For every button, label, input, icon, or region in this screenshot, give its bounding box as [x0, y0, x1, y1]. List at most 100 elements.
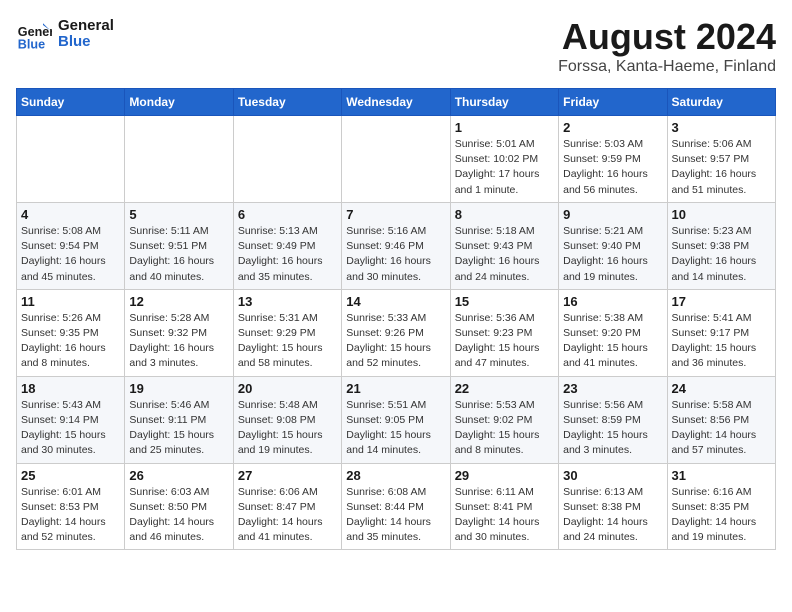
day-number: 13: [238, 294, 337, 309]
day-info: Sunrise: 5:11 AM Sunset: 9:51 PM Dayligh…: [129, 224, 228, 285]
calendar-cell: 21 Sunrise: 5:51 AM Sunset: 9:05 PM Dayli…: [342, 376, 450, 463]
calendar-cell: [342, 116, 450, 203]
day-number: 4: [21, 207, 120, 222]
day-number: 10: [672, 207, 771, 222]
day-number: 23: [563, 381, 662, 396]
day-info: Sunrise: 5:53 AM Sunset: 9:02 PM Dayligh…: [455, 398, 554, 459]
weekday-header: Sunday: [17, 89, 125, 116]
calendar-cell: 28Sunrise: 6:08 AM Sunset: 8:44 PM Dayli…: [342, 463, 450, 550]
logo: General Blue General Blue: [16, 16, 114, 52]
calendar-cell: 4 Sunrise: 5:08 AM Sunset: 9:54 PM Daylig…: [17, 202, 125, 289]
day-info: Sunrise: 5:43 AM Sunset: 9:14 PM Dayligh…: [21, 398, 120, 459]
day-info: Sunrise: 5:16 AM Sunset: 9:46 PM Dayligh…: [346, 224, 445, 285]
day-number: 28: [346, 468, 445, 483]
weekday-header-row: SundayMondayTuesdayWednesdayThursdayFrid…: [17, 89, 776, 116]
day-number: 7: [346, 207, 445, 222]
day-info: Sunrise: 5:31 AM Sunset: 9:29 PM Dayligh…: [238, 311, 337, 372]
day-number: 1: [455, 120, 554, 135]
day-number: 18: [21, 381, 120, 396]
day-number: 26: [129, 468, 228, 483]
day-number: 27: [238, 468, 337, 483]
day-info: Sunrise: 5:48 AM Sunset: 9:08 PM Dayligh…: [238, 398, 337, 459]
day-info: Sunrise: 5:08 AM Sunset: 9:54 PM Dayligh…: [21, 224, 120, 285]
day-number: 14: [346, 294, 445, 309]
calendar-cell: 11 Sunrise: 5:26 AM Sunset: 9:35 PM Dayli…: [17, 289, 125, 376]
calendar-cell: 24Sunrise: 5:58 AM Sunset: 8:56 PM Dayli…: [667, 376, 775, 463]
calendar-cell: 25 Sunrise: 6:01 AM Sunset: 8:53 PM Dayli…: [17, 463, 125, 550]
calendar-cell: 8 Sunrise: 5:18 AM Sunset: 9:43 PM Daylig…: [450, 202, 558, 289]
day-info: Sunrise: 6:11 AM Sunset: 8:41 PM Dayligh…: [455, 485, 554, 546]
calendar-week-row: 1Sunrise: 5:01 AM Sunset: 10:02 PM Dayli…: [17, 116, 776, 203]
calendar-cell: 14 Sunrise: 5:33 AM Sunset: 9:26 PM Dayli…: [342, 289, 450, 376]
calendar-cell: 7 Sunrise: 5:16 AM Sunset: 9:46 PM Daylig…: [342, 202, 450, 289]
day-info: Sunrise: 5:13 AM Sunset: 9:49 PM Dayligh…: [238, 224, 337, 285]
day-info: Sunrise: 5:36 AM Sunset: 9:23 PM Dayligh…: [455, 311, 554, 372]
calendar-cell: 22 Sunrise: 5:53 AM Sunset: 9:02 PM Dayli…: [450, 376, 558, 463]
calendar-cell: [125, 116, 233, 203]
day-info: Sunrise: 5:23 AM Sunset: 9:38 PM Dayligh…: [672, 224, 771, 285]
calendar-cell: 23 Sunrise: 5:56 AM Sunset: 8:59 PM Dayli…: [559, 376, 667, 463]
day-number: 16: [563, 294, 662, 309]
calendar-cell: 29 Sunrise: 6:11 AM Sunset: 8:41 PM Dayli…: [450, 463, 558, 550]
day-info: Sunrise: 5:38 AM Sunset: 9:20 PM Dayligh…: [563, 311, 662, 372]
calendar-week-row: 25 Sunrise: 6:01 AM Sunset: 8:53 PM Dayli…: [17, 463, 776, 550]
day-number: 21: [346, 381, 445, 396]
day-info: Sunrise: 5:41 AM Sunset: 9:17 PM Dayligh…: [672, 311, 771, 372]
day-info: Sunrise: 5:03 AM Sunset: 9:59 PM Dayligh…: [563, 137, 662, 198]
calendar-cell: [17, 116, 125, 203]
day-number: 2: [563, 120, 662, 135]
calendar-week-row: 4 Sunrise: 5:08 AM Sunset: 9:54 PM Daylig…: [17, 202, 776, 289]
calendar-cell: 26 Sunrise: 6:03 AM Sunset: 8:50 PM Dayli…: [125, 463, 233, 550]
day-info: Sunrise: 5:18 AM Sunset: 9:43 PM Dayligh…: [455, 224, 554, 285]
day-number: 8: [455, 207, 554, 222]
calendar-cell: 2 Sunrise: 5:03 AM Sunset: 9:59 PM Daylig…: [559, 116, 667, 203]
day-number: 5: [129, 207, 228, 222]
calendar-cell: 16 Sunrise: 5:38 AM Sunset: 9:20 PM Dayli…: [559, 289, 667, 376]
day-number: 9: [563, 207, 662, 222]
day-info: Sunrise: 5:46 AM Sunset: 9:11 PM Dayligh…: [129, 398, 228, 459]
calendar-cell: 5 Sunrise: 5:11 AM Sunset: 9:51 PM Daylig…: [125, 202, 233, 289]
calendar-cell: 15 Sunrise: 5:36 AM Sunset: 9:23 PM Dayli…: [450, 289, 558, 376]
calendar-cell: 13 Sunrise: 5:31 AM Sunset: 9:29 PM Dayli…: [233, 289, 341, 376]
calendar-cell: 20 Sunrise: 5:48 AM Sunset: 9:08 PM Dayli…: [233, 376, 341, 463]
day-number: 25: [21, 468, 120, 483]
day-number: 22: [455, 381, 554, 396]
day-info: Sunrise: 6:03 AM Sunset: 8:50 PM Dayligh…: [129, 485, 228, 546]
day-info: Sunrise: 5:06 AM Sunset: 9:57 PM Dayligh…: [672, 137, 771, 198]
day-info: Sunrise: 5:56 AM Sunset: 8:59 PM Dayligh…: [563, 398, 662, 459]
calendar-cell: 27Sunrise: 6:06 AM Sunset: 8:47 PM Dayli…: [233, 463, 341, 550]
calendar-cell: 3 Sunrise: 5:06 AM Sunset: 9:57 PM Daylig…: [667, 116, 775, 203]
day-info: Sunrise: 6:16 AM Sunset: 8:35 PM Dayligh…: [672, 485, 771, 546]
day-number: 31: [672, 468, 771, 483]
day-number: 17: [672, 294, 771, 309]
title-area: August 2024 Forssa, Kanta-Haeme, Finland: [558, 16, 776, 76]
calendar-cell: 19Sunrise: 5:46 AM Sunset: 9:11 PM Dayli…: [125, 376, 233, 463]
calendar-title: August 2024: [558, 16, 776, 58]
day-info: Sunrise: 5:26 AM Sunset: 9:35 PM Dayligh…: [21, 311, 120, 372]
day-number: 29: [455, 468, 554, 483]
day-number: 24: [672, 381, 771, 396]
day-number: 12: [129, 294, 228, 309]
calendar-cell: [233, 116, 341, 203]
logo-line1: General: [58, 18, 114, 35]
day-info: Sunrise: 5:28 AM Sunset: 9:32 PM Dayligh…: [129, 311, 228, 372]
day-number: 20: [238, 381, 337, 396]
day-info: Sunrise: 5:33 AM Sunset: 9:26 PM Dayligh…: [346, 311, 445, 372]
calendar-cell: 10 Sunrise: 5:23 AM Sunset: 9:38 PM Dayli…: [667, 202, 775, 289]
weekday-header: Wednesday: [342, 89, 450, 116]
day-number: 30: [563, 468, 662, 483]
day-number: 3: [672, 120, 771, 135]
weekday-header: Thursday: [450, 89, 558, 116]
calendar-cell: 12 Sunrise: 5:28 AM Sunset: 9:32 PM Dayli…: [125, 289, 233, 376]
day-number: 11: [21, 294, 120, 309]
calendar-header: General Blue General Blue August 2024 Fo…: [16, 16, 776, 76]
calendar-table: SundayMondayTuesdayWednesdayThursdayFrid…: [16, 88, 776, 550]
logo-line2: Blue: [58, 34, 114, 51]
day-number: 15: [455, 294, 554, 309]
calendar-week-row: 11 Sunrise: 5:26 AM Sunset: 9:35 PM Dayli…: [17, 289, 776, 376]
calendar-cell: 17 Sunrise: 5:41 AM Sunset: 9:17 PM Dayli…: [667, 289, 775, 376]
calendar-subtitle: Forssa, Kanta-Haeme, Finland: [558, 58, 776, 76]
svg-text:Blue: Blue: [18, 37, 45, 51]
day-info: Sunrise: 5:51 AM Sunset: 9:05 PM Dayligh…: [346, 398, 445, 459]
day-info: Sunrise: 6:01 AM Sunset: 8:53 PM Dayligh…: [21, 485, 120, 546]
